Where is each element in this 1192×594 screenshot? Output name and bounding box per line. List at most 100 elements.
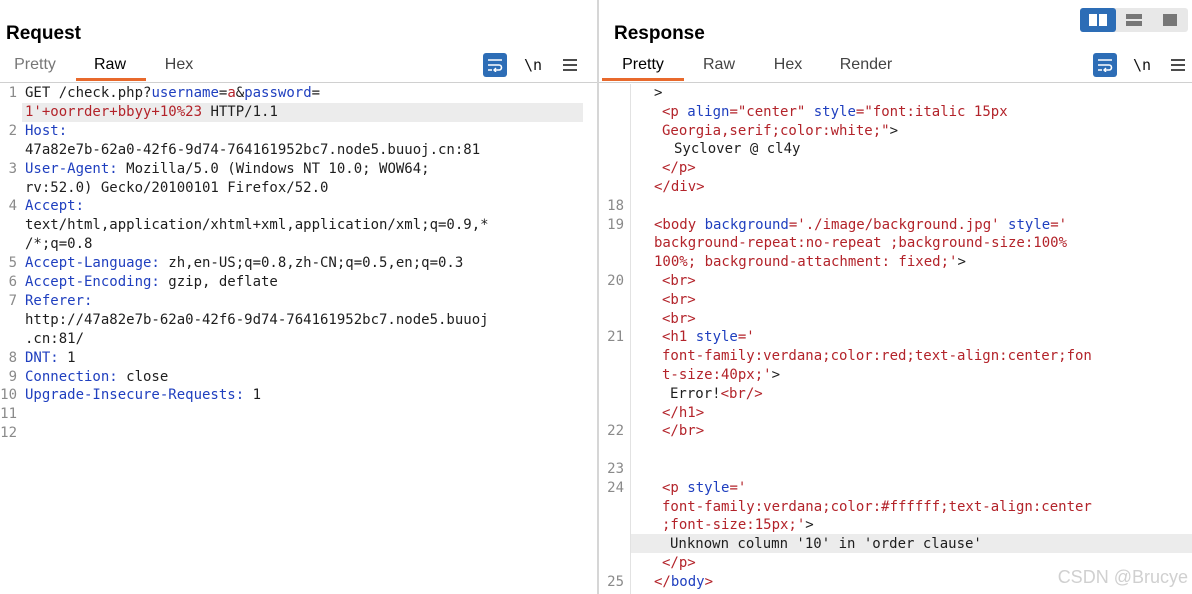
syntax-key: body <box>670 573 705 590</box>
code-line: 18 <box>599 197 1192 216</box>
tab-hex[interactable]: Hex <box>160 56 198 74</box>
code-line: 4 Accept: <box>0 197 597 216</box>
code-line: 1 GET /check.php?username=a&password= <box>0 84 597 103</box>
syntax-text: Syclover @ cl4y <box>674 141 801 158</box>
wrap-lines-button[interactable] <box>483 53 507 77</box>
active-tab-indicator <box>76 78 146 81</box>
line-number: 11 <box>0 406 17 423</box>
syntax-value: =' <box>737 329 755 346</box>
code-text: <body background='./image/background.jpg… <box>654 216 1067 235</box>
syntax-value: a <box>227 85 236 101</box>
code-text: rv:52.0) Gecko/20100101 Firefox/52.0 <box>25 179 328 198</box>
syntax-value: ;font-size:15px;' <box>662 517 806 534</box>
split-horizontal-button[interactable] <box>1080 8 1116 32</box>
syntax-key: Accept: <box>25 198 85 215</box>
code-text: </body> <box>654 573 713 592</box>
syntax-value: </h1> <box>662 404 705 421</box>
code-line: 24 <p style=' <box>599 479 1192 498</box>
response-editor[interactable]: > <p align="center" style="font:italic 15… <box>599 84 1192 594</box>
code-text: Unknown column '10' in 'order clause' <box>670 535 982 554</box>
syntax-text: Mozilla/5.0 (Windows NT 10.0; WOW64; <box>117 160 430 177</box>
code-text: 1'+oorrder+bbyy+10%23 HTTP/1.1 <box>25 103 278 122</box>
wrap-lines-icon <box>1098 59 1113 72</box>
request-tabs: Pretty Raw Hex <box>0 56 597 82</box>
code-line: text/html,application/xhtml+xml,applicat… <box>0 216 597 235</box>
syntax-value: <br> <box>662 291 696 308</box>
code-line: http://47a82e7b-62a0-42f6-9d74-764161952… <box>0 311 597 330</box>
code-text: Referer: <box>25 292 92 311</box>
syntax-text: > <box>957 254 966 271</box>
line-number: 25 <box>607 573 624 590</box>
code-text: Syclover @ cl4y <box>674 140 800 159</box>
line-number: 5 <box>8 255 17 272</box>
code-text: Accept: <box>25 197 84 216</box>
syntax-value: background-repeat:no-repeat ;background-… <box>654 235 1068 252</box>
code-line: font-family:verdana;color:red;text-align… <box>599 347 1192 366</box>
tab-pretty[interactable]: Pretty <box>619 56 667 74</box>
code-text: font-family:verdana;color:red;text-align… <box>662 347 1092 366</box>
line-number: 12 <box>0 425 17 442</box>
show-newlines-button[interactable]: \n <box>521 53 545 77</box>
code-text: http://47a82e7b-62a0-42f6-9d74-764161952… <box>25 311 489 330</box>
syntax-value: ="center" <box>729 103 814 120</box>
code-line: Unknown column '10' in 'order clause' <box>599 535 1192 554</box>
code-line: 7 Referer: <box>0 292 597 311</box>
menu-button[interactable] <box>1166 53 1190 77</box>
syntax-key: style <box>1008 216 1051 233</box>
syntax-text: .cn:81/ <box>25 330 85 347</box>
syntax-value: 1'+oorrder+bbyy+10%23 <box>25 103 203 120</box>
tab-raw[interactable]: Raw <box>90 56 130 74</box>
syntax-text: = <box>311 85 321 101</box>
syntax-key: DNT: <box>25 349 59 366</box>
syntax-key: password <box>244 85 312 101</box>
syntax-value: 100%; background-attachment: fixed;' <box>654 254 958 271</box>
tabs-divider <box>0 82 597 83</box>
code-text: GET /check.php?username=a&password= <box>25 84 320 103</box>
code-text: </div> <box>654 178 705 197</box>
response-pane: Response Pretty Raw Hex Render \n > <p al… <box>599 0 1192 594</box>
syntax-key: username <box>151 85 219 101</box>
syntax-key: Accept-Language: <box>25 255 160 272</box>
wrap-lines-button[interactable] <box>1093 53 1117 77</box>
tabs-divider <box>599 82 1192 83</box>
code-line: 47a82e7b-62a0-42f6-9d74-764161952bc7.nod… <box>0 141 597 160</box>
syntax-value: t-size:40px;' <box>662 367 772 383</box>
show-newlines-button[interactable]: \n <box>1130 53 1154 77</box>
syntax-text: rv:52.0) Gecko/20100101 Firefox/52.0 <box>25 179 329 196</box>
syntax-key: style <box>687 479 730 496</box>
syntax-value: font-family:verdana;color:red;text-align… <box>662 348 1092 365</box>
tab-hex[interactable]: Hex <box>769 56 807 74</box>
code-text: .cn:81/ <box>25 330 84 349</box>
code-text: Host: <box>25 122 67 141</box>
code-text: Connection: close <box>25 368 168 387</box>
syntax-text: & <box>235 85 245 101</box>
syntax-value: <br> <box>662 310 696 327</box>
code-line: <p align="center" style="font:italic 15p… <box>599 103 1192 122</box>
code-text: <p align="center" style="font:italic 15p… <box>662 103 1008 122</box>
code-text: User-Agent: Mozilla/5.0 (Windows NT 10.0… <box>25 160 430 179</box>
code-text: <h1 style=' <box>662 328 755 347</box>
response-title: Response <box>614 23 705 44</box>
single-pane-icon <box>1163 14 1177 26</box>
tab-pretty[interactable]: Pretty <box>12 56 58 74</box>
code-text: Upgrade-Insecure-Requests: 1 <box>25 386 261 405</box>
tab-raw[interactable]: Raw <box>700 56 738 74</box>
line-number: 18 <box>607 197 624 214</box>
syntax-value: <body <box>654 216 705 233</box>
syntax-text: GET /check.php? <box>25 85 152 101</box>
code-text: <p style=' <box>662 479 746 498</box>
layout-toggle-group <box>1080 8 1188 32</box>
code-text: Accept-Language: zh,en-US;q=0.8,zh-CN;q=… <box>25 254 463 273</box>
code-line: 22 </br> <box>599 422 1192 441</box>
hamburger-menu-icon <box>563 59 577 71</box>
code-line: 5 Accept-Language: zh,en-US;q=0.8,zh-CN;q… <box>0 254 597 273</box>
code-line: 11 <box>0 405 597 424</box>
single-pane-button[interactable] <box>1152 8 1188 32</box>
menu-button[interactable] <box>558 53 582 77</box>
split-vertical-button[interactable] <box>1116 8 1152 32</box>
tab-render[interactable]: Render <box>836 56 896 74</box>
code-text: ;font-size:15px;'> <box>662 516 814 535</box>
request-editor[interactable]: 1 GET /check.php?username=a&password= 1'+o… <box>0 84 597 594</box>
code-text: </p> <box>662 554 696 573</box>
